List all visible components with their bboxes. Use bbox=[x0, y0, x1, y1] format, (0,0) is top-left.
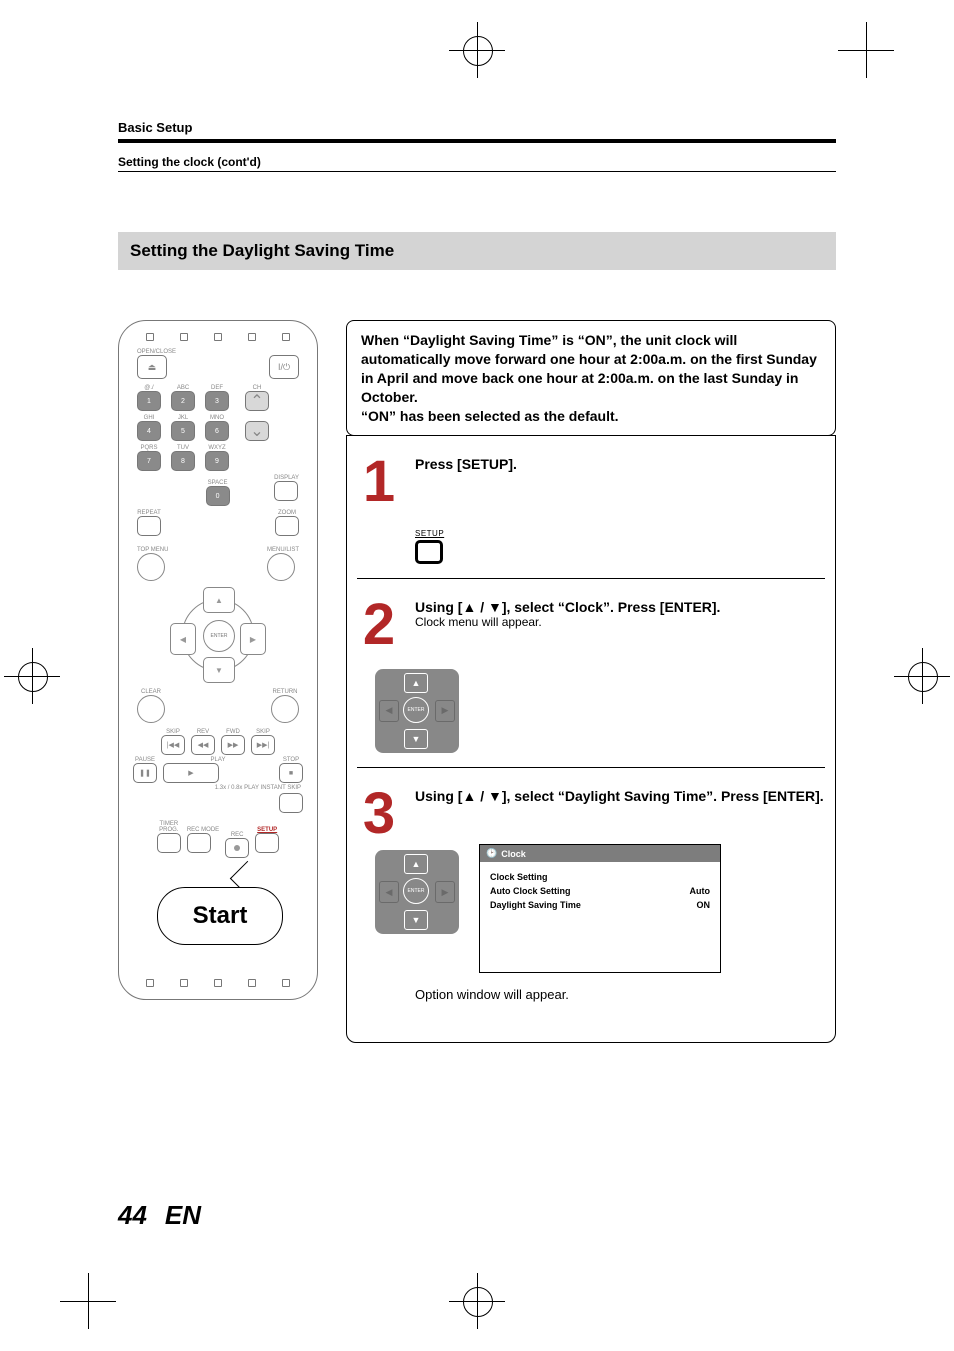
key-3: 3 bbox=[205, 391, 229, 411]
osd-row-1-label: Auto Clock Setting bbox=[490, 886, 571, 896]
dpad-illustration-3: ▲▼◀▶ ENTER bbox=[375, 850, 459, 934]
pause-icon: ❚❚ bbox=[133, 763, 157, 783]
header-subsection: Setting the clock (cont'd) bbox=[118, 155, 836, 169]
skip-next-icon: ▶▶| bbox=[251, 735, 275, 755]
power-button: I/⏻ bbox=[269, 355, 299, 379]
step-2-sub: Clock menu will appear. bbox=[415, 615, 825, 629]
crop-mark-top bbox=[449, 22, 505, 78]
clear-button bbox=[137, 695, 165, 723]
key-0: 0 bbox=[206, 486, 230, 506]
key-4: 4 bbox=[137, 421, 161, 441]
page-footer: 44 EN bbox=[118, 1200, 201, 1231]
setup-button-illustration: SETUP bbox=[415, 529, 825, 564]
crop-mark-bottom bbox=[449, 1273, 505, 1329]
play-icon: ▶ bbox=[163, 763, 219, 783]
topmenu-label: TOP MENU bbox=[137, 547, 168, 553]
return-label: RETURN bbox=[271, 689, 299, 695]
clock-icon: 🕑 bbox=[486, 848, 497, 859]
display-button bbox=[274, 481, 298, 501]
step-2-number: 2 bbox=[357, 599, 401, 651]
intro-text: When “Daylight Saving Time” is “ON”, the… bbox=[346, 320, 836, 436]
rec-button bbox=[225, 838, 249, 858]
enter-button: ENTER bbox=[203, 620, 235, 652]
eject-icon: ⏏ bbox=[137, 355, 167, 379]
fwd-icon: ▶▶ bbox=[221, 735, 245, 755]
remote-dpad: ▲▼◀▶ ENTER bbox=[170, 587, 266, 683]
step-1-number: 1 bbox=[357, 456, 401, 508]
key-1: 1 bbox=[137, 391, 161, 411]
corner-mark-bl bbox=[60, 1273, 116, 1329]
ch-up-icon: ⌃ bbox=[245, 391, 269, 411]
osd-row-2-label: Daylight Saving Time bbox=[490, 900, 581, 910]
timer-button bbox=[157, 833, 181, 853]
corner-mark-tr bbox=[838, 22, 894, 78]
key-7: 7 bbox=[137, 451, 161, 471]
instant-skip-button bbox=[279, 793, 303, 813]
recmode-button bbox=[187, 833, 211, 853]
page-number: 44 bbox=[118, 1200, 147, 1230]
stop-icon: ■ bbox=[279, 763, 303, 783]
step-1-text: Press [SETUP]. bbox=[415, 456, 825, 472]
remote-diagram: OPEN/CLOSE ⏏ I/⏻ @./1 ABC2 DEF3 CH⌃ bbox=[118, 320, 318, 1000]
rev-icon: ◀◀ bbox=[191, 735, 215, 755]
key-2: 2 bbox=[171, 391, 195, 411]
key-5: 5 bbox=[171, 421, 195, 441]
crop-mark-right bbox=[894, 648, 950, 704]
osd-clock-menu: 🕑 Clock Clock Setting Auto Clock Setting A… bbox=[479, 844, 721, 973]
osd-row-2-value: ON bbox=[697, 900, 711, 910]
repeat-button bbox=[137, 516, 161, 536]
crop-mark-left bbox=[4, 648, 60, 704]
clear-label: CLEAR bbox=[137, 689, 165, 695]
skip-prev-icon: |◀◀ bbox=[161, 735, 185, 755]
remote-setup-button bbox=[255, 833, 279, 853]
key-8: 8 bbox=[171, 451, 195, 471]
key-9: 9 bbox=[205, 451, 229, 471]
menulist-button bbox=[267, 553, 295, 581]
dpad-illustration-2: ▲▼◀▶ ENTER bbox=[375, 669, 459, 753]
step-3-number: 3 bbox=[357, 788, 401, 840]
osd-row-0-label: Clock Setting bbox=[490, 872, 548, 882]
start-callout: Start bbox=[157, 887, 283, 945]
osd-title: Clock bbox=[501, 849, 526, 859]
topmenu-button bbox=[137, 553, 165, 581]
menulist-label: MENU/LIST bbox=[267, 547, 299, 553]
osd-row-1-value: Auto bbox=[690, 886, 711, 896]
section-title: Setting the Daylight Saving Time bbox=[118, 232, 836, 270]
page-lang: EN bbox=[165, 1200, 201, 1230]
ch-down-icon: ⌄ bbox=[245, 421, 269, 441]
return-button bbox=[271, 695, 299, 723]
play-hint: 1.3x / 0.8x PLAY INSTANT SKIP bbox=[119, 783, 317, 791]
remote-open-close-label: OPEN/CLOSE bbox=[137, 349, 176, 355]
key-6: 6 bbox=[205, 421, 229, 441]
step-3-footnote: Option window will appear. bbox=[415, 987, 825, 1002]
step-2-text: Using [▲ / ▼], select “Clock”. Press [EN… bbox=[415, 599, 825, 615]
header-section: Basic Setup bbox=[118, 120, 836, 135]
zoom-button bbox=[275, 516, 299, 536]
step-3-text: Using [▲ / ▼], select “Daylight Saving T… bbox=[415, 788, 825, 804]
